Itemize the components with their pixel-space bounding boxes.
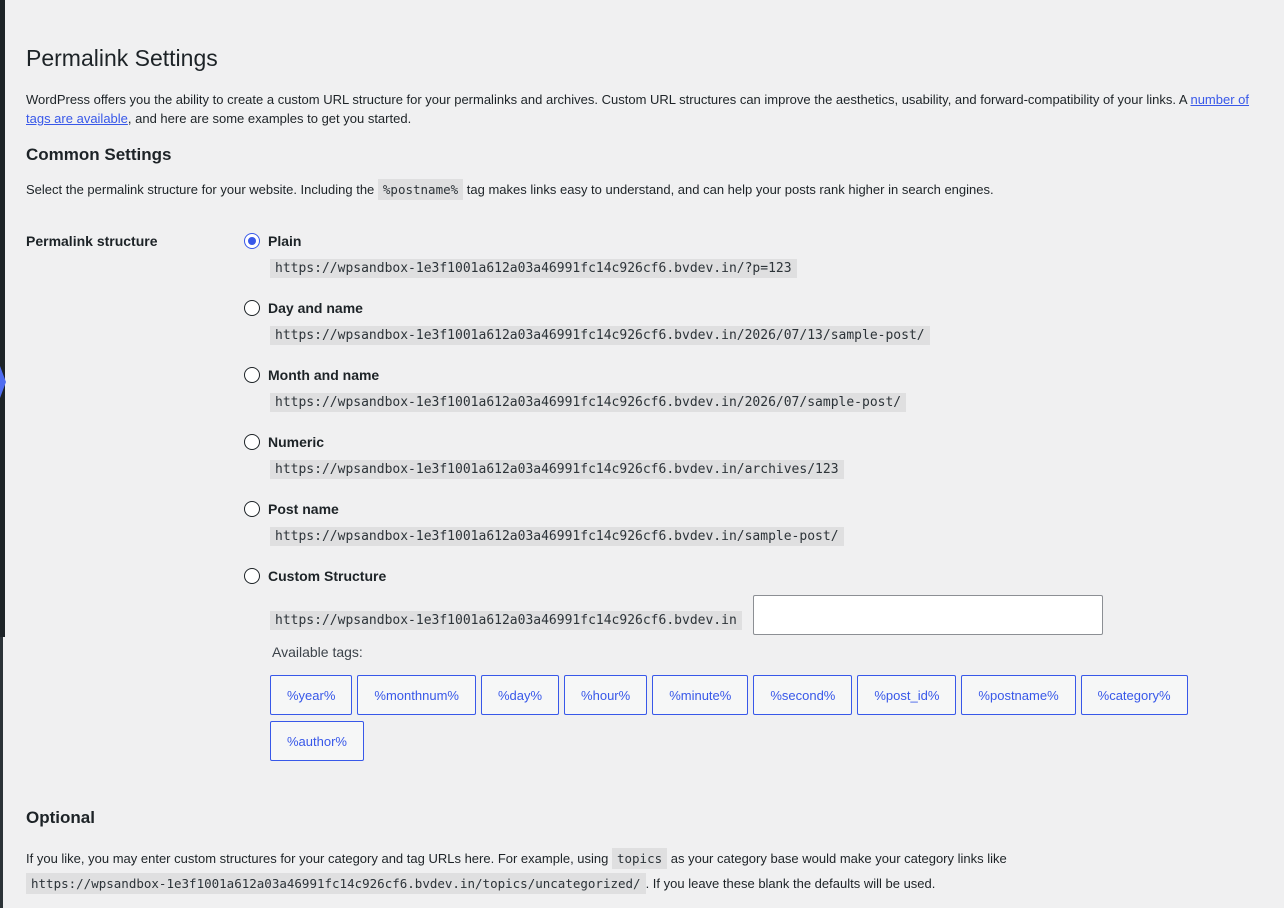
option-post-name[interactable]: Post name https://wpsandbox-1e3f1001a612… bbox=[244, 501, 844, 546]
option-day-and-name[interactable]: Day and name https://wpsandbox-1e3f1001a… bbox=[244, 300, 930, 345]
tag-minute-button[interactable]: %minute% bbox=[652, 675, 749, 715]
tag-author-button[interactable]: %author% bbox=[270, 721, 364, 761]
option-url: https://wpsandbox-1e3f1001a612a03a46991f… bbox=[270, 460, 844, 479]
page-title: Permalink Settings bbox=[26, 45, 218, 71]
tag-post-id-button[interactable]: %post_id% bbox=[857, 675, 957, 715]
optional-heading: Optional bbox=[26, 808, 95, 827]
option-custom-structure[interactable]: Custom Structure https://wpsandbox-1e3f1… bbox=[244, 568, 742, 630]
available-tags-label: Available tags: bbox=[272, 644, 363, 660]
option-plain[interactable]: Plain https://wpsandbox-1e3f1001a612a03a… bbox=[244, 233, 797, 278]
radio-custom-structure[interactable] bbox=[244, 568, 260, 584]
radio-day-and-name[interactable] bbox=[244, 300, 260, 316]
option-url: https://wpsandbox-1e3f1001a612a03a46991f… bbox=[270, 259, 797, 278]
option-url: https://wpsandbox-1e3f1001a612a03a46991f… bbox=[270, 393, 907, 412]
common-settings-description: Select the permalink structure for your … bbox=[26, 179, 994, 200]
intro-text-end: , and here are some examples to get you … bbox=[127, 111, 412, 126]
option-label: Month and name bbox=[268, 367, 380, 383]
option-label: Plain bbox=[268, 233, 302, 249]
custom-structure-input[interactable] bbox=[753, 595, 1103, 635]
tag-year-button[interactable]: %year% bbox=[270, 675, 353, 715]
optional-description: If you like, you may enter custom struct… bbox=[26, 846, 1126, 896]
tag-category-button[interactable]: %category% bbox=[1080, 675, 1188, 715]
custom-base-url: https://wpsandbox-1e3f1001a612a03a46991f… bbox=[270, 611, 742, 630]
example-category-url: https://wpsandbox-1e3f1001a612a03a46991f… bbox=[26, 873, 646, 894]
common-settings-heading: Common Settings bbox=[26, 145, 172, 164]
option-label: Post name bbox=[268, 501, 339, 517]
radio-month-and-name[interactable] bbox=[244, 367, 260, 383]
admin-sidebar-edge bbox=[0, 0, 5, 637]
optional-desc-text: If you like, you may enter custom struct… bbox=[26, 851, 612, 866]
intro-text-part: WordPress offers you the ability to crea… bbox=[26, 92, 1191, 107]
available-tags-list: %year% %monthnum% %day% %hour% %minute% … bbox=[270, 675, 1200, 761]
permalink-structure-label: Permalink structure bbox=[26, 233, 158, 249]
option-url: https://wpsandbox-1e3f1001a612a03a46991f… bbox=[270, 326, 930, 345]
option-url: https://wpsandbox-1e3f1001a612a03a46991f… bbox=[270, 527, 844, 546]
desc-text-end: tag makes links easy to understand, and … bbox=[463, 182, 994, 197]
tag-monthnum-button[interactable]: %monthnum% bbox=[357, 675, 476, 715]
option-label: Custom Structure bbox=[268, 568, 387, 584]
option-label: Numeric bbox=[268, 434, 325, 450]
admin-sidebar-edge-lower bbox=[0, 637, 3, 908]
collapse-menu-icon[interactable] bbox=[0, 366, 6, 398]
topics-code: topics bbox=[611, 848, 668, 869]
intro-text: WordPress offers you the ability to crea… bbox=[26, 90, 1256, 128]
optional-desc-middle: as your category base would make your ca… bbox=[667, 851, 1007, 866]
tag-second-button[interactable]: %second% bbox=[753, 675, 853, 715]
radio-post-name[interactable] bbox=[244, 501, 260, 517]
optional-desc-end: . If you leave these blank the defaults … bbox=[645, 876, 936, 891]
radio-numeric[interactable] bbox=[244, 434, 260, 450]
desc-text: Select the permalink structure for your … bbox=[26, 182, 378, 197]
tag-day-button[interactable]: %day% bbox=[480, 675, 560, 715]
tag-hour-button[interactable]: %hour% bbox=[564, 675, 648, 715]
radio-plain[interactable] bbox=[244, 233, 260, 249]
option-numeric[interactable]: Numeric https://wpsandbox-1e3f1001a612a0… bbox=[244, 434, 844, 479]
option-label: Day and name bbox=[268, 300, 363, 316]
tag-postname-button[interactable]: %postname% bbox=[961, 675, 1076, 715]
option-month-and-name[interactable]: Month and name https://wpsandbox-1e3f100… bbox=[244, 367, 907, 412]
postname-code: %postname% bbox=[377, 179, 464, 200]
